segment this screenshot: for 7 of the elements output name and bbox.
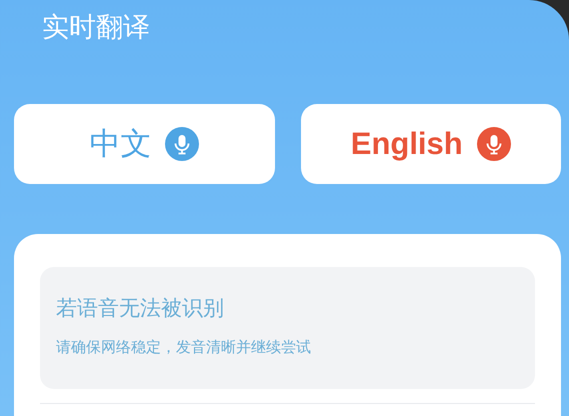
microphone-icon <box>476 127 511 161</box>
language-button[interactable]: English <box>300 104 561 184</box>
microphone-icon <box>165 127 200 161</box>
tip-message: 请确保网络稳定，发音清晰并继续尝试 <box>56 337 312 358</box>
tip-title: 若语音无法被识别 <box>56 295 225 322</box>
language-button[interactable]: 中文 <box>14 104 274 184</box>
page-title: 实时翻译 <box>42 11 151 45</box>
